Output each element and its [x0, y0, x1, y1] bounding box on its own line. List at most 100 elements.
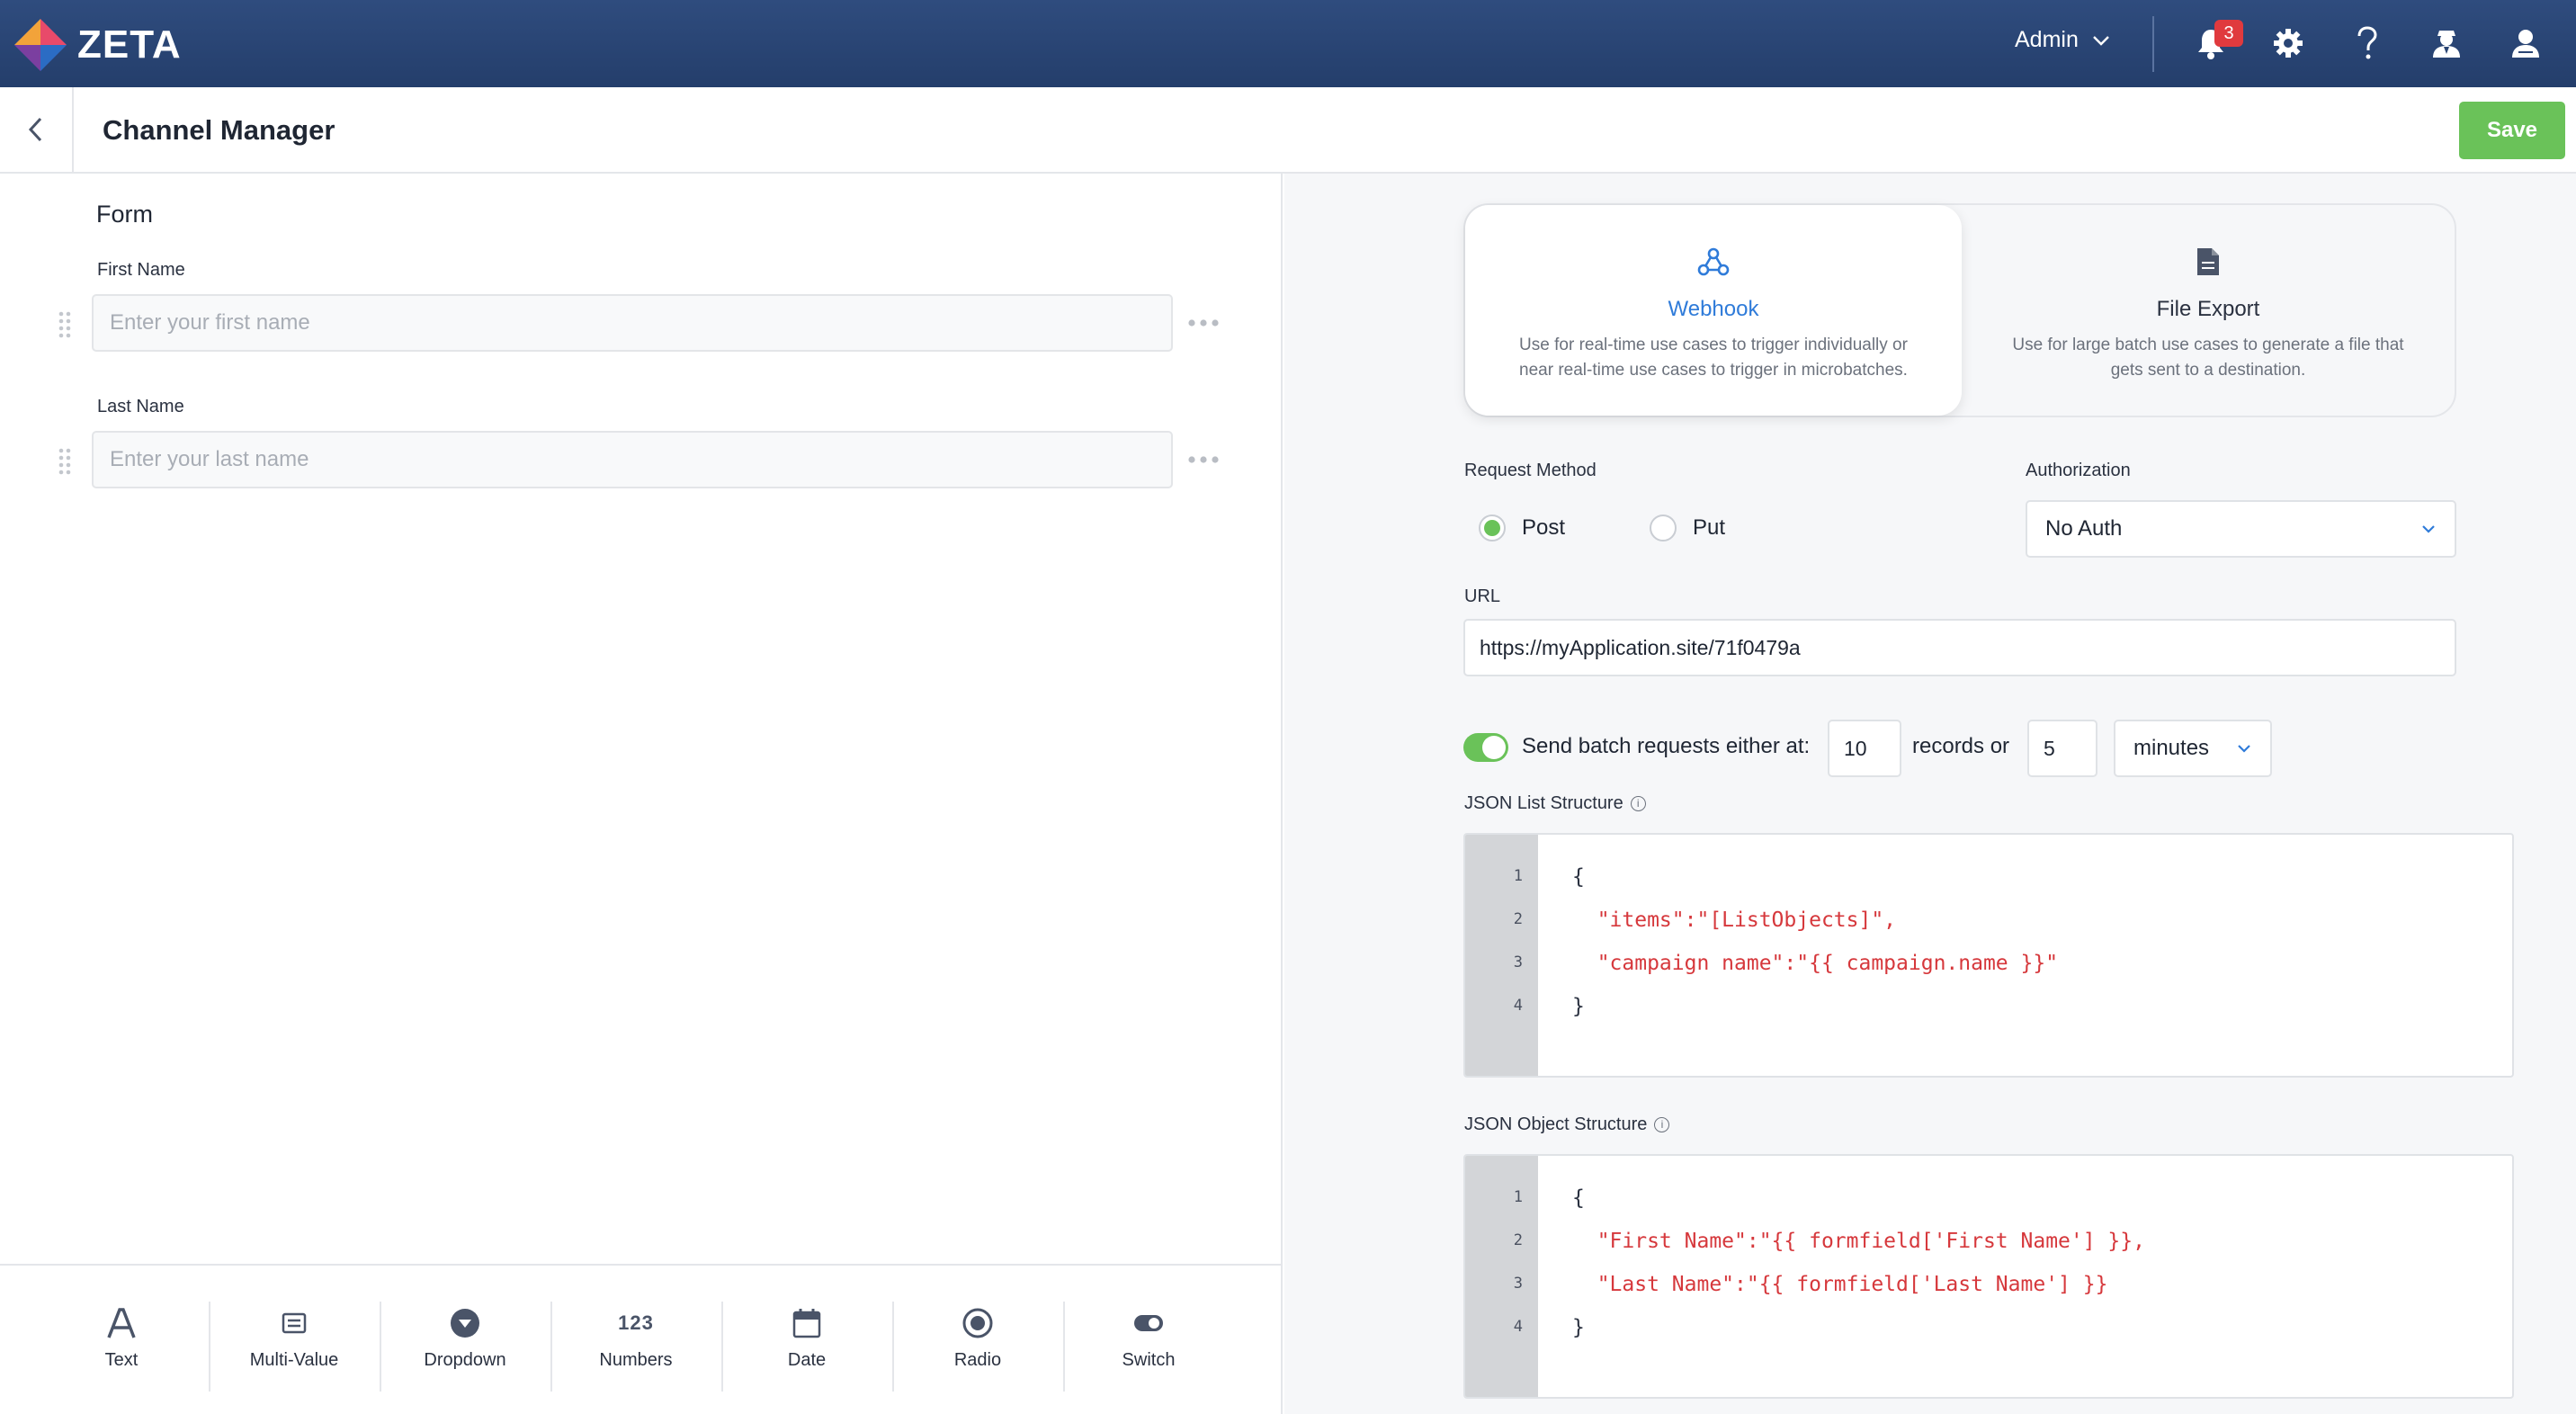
field-type-multi-value[interactable]: Multi-Value	[209, 1302, 380, 1397]
delivery-type-selector: Webhook Use for real-time use cases to t…	[1463, 203, 2456, 417]
chevron-down-icon	[2422, 525, 2435, 533]
field-type-label: Multi-Value	[249, 1350, 339, 1370]
line-number: 2	[1513, 910, 1523, 928]
authorization-select[interactable]: No Auth	[2026, 500, 2456, 558]
radio-put[interactable]: Put	[1650, 515, 1725, 541]
last-name-label: Last Name	[97, 397, 184, 416]
line-number: 2	[1513, 1231, 1523, 1249]
code-line: "items":"[ListObjects]",	[1572, 908, 1897, 932]
request-method-label: Request Method	[1464, 461, 1597, 480]
radio-post-indicator	[1479, 515, 1506, 541]
url-label: URL	[1464, 586, 1501, 606]
logo[interactable]: ZETA	[13, 18, 182, 72]
calendar-icon	[792, 1309, 821, 1338]
file-export-option-card[interactable]: File Export Use for large batch use case…	[1962, 205, 2455, 416]
last-name-input[interactable]	[92, 431, 1173, 488]
batch-time-input[interactable]	[2027, 720, 2097, 777]
save-button[interactable]: Save	[2459, 102, 2565, 159]
user-menu-label: Admin	[2015, 27, 2079, 52]
line-number-gutter: 1 2 3 4	[1465, 1156, 1538, 1397]
top-navigation-bar: ZETA Admin 3	[0, 0, 2576, 87]
radio-put-indicator	[1650, 515, 1677, 541]
support-agent-button[interactable]	[2425, 22, 2468, 65]
gear-icon	[2274, 29, 2303, 58]
field-type-label: Dropdown	[424, 1350, 506, 1370]
info-icon[interactable]: i	[1630, 796, 1646, 812]
page-title: Channel Manager	[103, 114, 335, 146]
batch-records-input[interactable]	[1828, 720, 1901, 777]
field-type-numbers[interactable]: 123 Numbers	[550, 1302, 721, 1397]
field-type-label: Switch	[1122, 1350, 1176, 1370]
field-type-dropdown[interactable]: Dropdown	[380, 1302, 550, 1397]
drag-handle-icon[interactable]	[58, 310, 72, 339]
authorization-value: No Auth	[2045, 516, 2123, 541]
logo-text: ZETA	[77, 22, 182, 67]
line-number: 4	[1513, 997, 1523, 1015]
line-number: 4	[1513, 1318, 1523, 1336]
first-name-label: First Name	[97, 260, 185, 280]
field-type-label: Date	[787, 1350, 827, 1370]
json-list-editor[interactable]: 1 2 3 4 { "items":"[ListObjects]", "camp…	[1463, 833, 2514, 1078]
line-number: 1	[1513, 867, 1523, 885]
field-type-switch[interactable]: Switch	[1063, 1302, 1234, 1397]
zeta-logo-icon	[14, 19, 67, 71]
page-header: Channel Manager Save	[0, 87, 2576, 174]
line-number: 3	[1513, 953, 1523, 971]
webhook-icon	[1697, 247, 1730, 276]
user-menu[interactable]: Admin	[2015, 27, 2111, 53]
code-line: {	[1572, 1186, 1585, 1210]
batch-unit-value: minutes	[2133, 736, 2210, 760]
line-number: 1	[1513, 1188, 1523, 1206]
field-type-label: Radio	[953, 1350, 1002, 1370]
notification-badge: 3	[2214, 20, 2243, 47]
webhook-title: Webhook	[1668, 297, 1759, 321]
switch-icon	[1134, 1315, 1163, 1331]
file-icon	[2197, 248, 2219, 275]
batch-toggle[interactable]	[1463, 733, 1508, 762]
json-object-label: JSON Object Structure i	[1464, 1114, 1670, 1135]
radio-post[interactable]: Post	[1479, 515, 1565, 541]
field-type-text[interactable]: Text	[36, 1302, 207, 1397]
field-type-date[interactable]: Date	[721, 1302, 892, 1397]
chevron-left-icon	[28, 117, 42, 142]
json-list-label: JSON List Structure i	[1464, 793, 1646, 814]
drag-handle-icon[interactable]	[58, 447, 72, 476]
settings-button[interactable]	[2267, 22, 2310, 65]
profile-button[interactable]	[2504, 22, 2547, 65]
form-builder-panel: Form First Name Last Name Text Multi-Val…	[0, 174, 1283, 1414]
dropdown-icon	[451, 1309, 479, 1338]
json-object-editor[interactable]: 1 2 3 4 { "First Name":"{{ formfield['Fi…	[1463, 1154, 2514, 1399]
json-list-label-text: JSON List Structure	[1464, 793, 1623, 813]
code-line: }	[1572, 995, 1585, 1018]
code-line: "campaign name":"{{ campaign.name }}"	[1572, 952, 2059, 975]
webhook-description: Use for real-time use cases to trigger i…	[1519, 336, 1908, 380]
back-button[interactable]	[0, 87, 74, 172]
code-line: "Last Name":"{{ formfield['Last Name'] }…	[1572, 1273, 2108, 1296]
batch-unit-select[interactable]: minutes	[2114, 720, 2272, 777]
help-button[interactable]	[2346, 22, 2389, 65]
multi-value-icon	[282, 1312, 307, 1334]
line-number: 3	[1513, 1275, 1523, 1293]
more-options-icon[interactable]	[1187, 318, 1220, 328]
code-line: "First Name":"{{ formfield['First Name']…	[1572, 1230, 2145, 1253]
radio-icon	[962, 1308, 993, 1338]
radio-post-label: Post	[1522, 515, 1566, 540]
field-type-radio[interactable]: Radio	[892, 1302, 1063, 1397]
more-options-icon[interactable]	[1187, 454, 1220, 465]
first-name-input[interactable]	[92, 294, 1173, 352]
line-number-gutter: 1 2 3 4	[1465, 835, 1538, 1076]
numbers-icon: 123	[618, 1311, 654, 1334]
text-icon	[107, 1308, 136, 1338]
help-icon	[2357, 26, 2377, 59]
authorization-label: Authorization	[2026, 461, 2131, 480]
agent-icon	[2433, 31, 2460, 58]
code-line: {	[1572, 865, 1585, 889]
webhook-option-card[interactable]: Webhook Use for real-time use cases to t…	[1465, 205, 1962, 416]
topbar-divider	[2152, 16, 2154, 72]
chevron-down-icon	[2238, 745, 2250, 753]
url-input[interactable]	[1463, 619, 2456, 676]
batch-middle-text: records or	[1912, 734, 2010, 758]
batch-prefix-text: Send batch requests either at:	[1522, 734, 1811, 758]
user-icon	[2512, 30, 2539, 58]
info-icon[interactable]: i	[1654, 1117, 1670, 1133]
